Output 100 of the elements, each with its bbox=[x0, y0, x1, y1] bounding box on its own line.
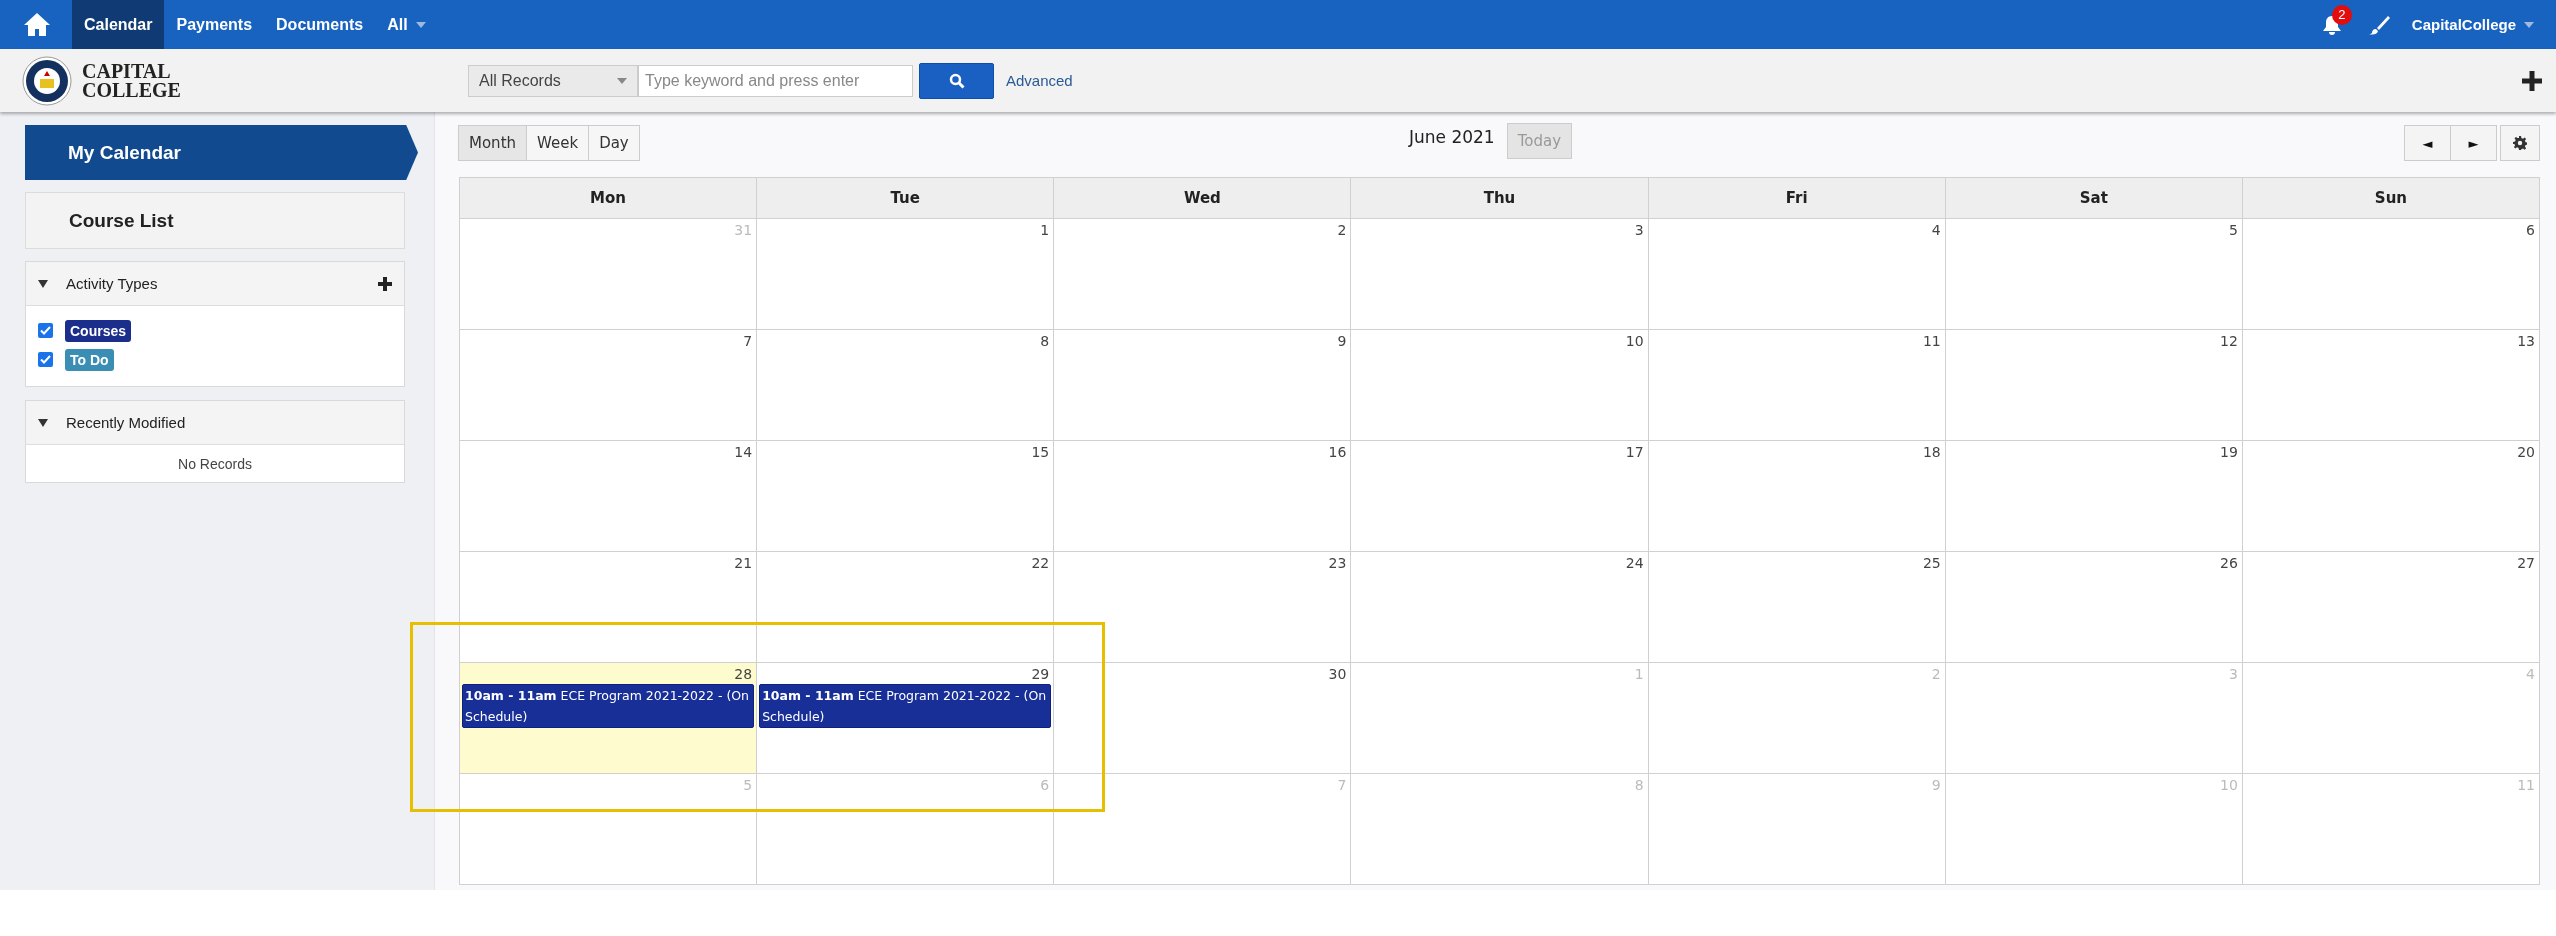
activity-type-tag: Courses bbox=[65, 319, 132, 342]
home-icon[interactable] bbox=[22, 10, 52, 39]
day-cell[interactable]: 6 bbox=[2242, 219, 2540, 330]
calendar-event[interactable]: 10am - 11am ECE Program 2021-2022 - (On Schedule) bbox=[462, 684, 755, 728]
next-button[interactable]: ► bbox=[2450, 125, 2497, 161]
nav-tab[interactable]: All bbox=[375, 0, 438, 49]
day-number: 16 bbox=[1327, 443, 1348, 462]
day-cell[interactable]: 15 bbox=[757, 441, 1055, 552]
day-number: 28 bbox=[733, 665, 754, 684]
day-cell[interactable]: 17 bbox=[1351, 441, 1649, 552]
day-number: 7 bbox=[1336, 776, 1348, 795]
nav-tab[interactable]: Calendar bbox=[72, 0, 165, 49]
day-number: 6 bbox=[1039, 776, 1051, 795]
day-number: 13 bbox=[2516, 332, 2536, 351]
day-number: 27 bbox=[2516, 554, 2536, 573]
calendar-event[interactable]: 10am - 11am ECE Program 2021-2022 - (On Schedule) bbox=[759, 684, 1052, 728]
day-number: 17 bbox=[1624, 443, 1645, 462]
day-cell[interactable]: 1 bbox=[757, 219, 1055, 330]
day-number: 29 bbox=[1030, 665, 1051, 684]
day-cell[interactable]: 7 bbox=[460, 330, 758, 441]
day-cell[interactable]: 26 bbox=[1945, 552, 2243, 663]
day-number: 3 bbox=[2227, 665, 2239, 684]
sidebar-nav-item[interactable]: Course List bbox=[25, 192, 405, 249]
day-number: 9 bbox=[1930, 776, 1942, 795]
day-cell[interactable]: 19 bbox=[1945, 441, 2243, 552]
day-number: 20 bbox=[2516, 443, 2536, 462]
scope-dropdown[interactable]: All Records bbox=[468, 64, 638, 97]
day-cell[interactable]: 18 bbox=[1648, 441, 1946, 552]
day-cell[interactable]: 29 10am - 11am ECE Program 2021-2022 - (On Schedule) bbox=[757, 663, 1055, 774]
previous-button[interactable]: ◄ bbox=[2404, 125, 2451, 161]
nav-tab[interactable]: Payments bbox=[164, 0, 265, 49]
caret-icon bbox=[415, 21, 426, 28]
day-number: 5 bbox=[742, 776, 754, 795]
day-number: 8 bbox=[1633, 776, 1645, 795]
notification-badge: 2 bbox=[2331, 4, 2352, 25]
day-cell[interactable]: 30 bbox=[1054, 663, 1352, 774]
search-button[interactable] bbox=[919, 62, 994, 99]
day-number: 24 bbox=[1624, 554, 1645, 573]
day-number: 9 bbox=[1336, 332, 1348, 351]
day-cell[interactable]: 14 bbox=[460, 441, 758, 552]
logo-text: COLLEGE bbox=[82, 80, 182, 100]
day-number: 1 bbox=[1633, 665, 1645, 684]
day-number: 21 bbox=[733, 554, 754, 573]
day-cell[interactable]: 22 bbox=[757, 552, 1055, 663]
user-menu[interactable]: CapitalCollege bbox=[2411, 16, 2534, 33]
day-cell[interactable]: 3 bbox=[1351, 219, 1649, 330]
checkbox[interactable] bbox=[38, 352, 53, 367]
nav-tab[interactable]: Documents bbox=[264, 0, 376, 49]
day-cell[interactable]: 27 bbox=[2242, 552, 2540, 663]
day-number: 14 bbox=[733, 443, 754, 462]
search-icon bbox=[948, 72, 965, 89]
sidebar-nav-item[interactable]: My Calendar bbox=[25, 125, 418, 180]
plus-icon[interactable] bbox=[2522, 70, 2542, 91]
day-cell[interactable]: 5 bbox=[1945, 219, 2243, 330]
day-cell[interactable]: 11 bbox=[1648, 330, 1946, 441]
day-number: 30 bbox=[1327, 665, 1348, 684]
day-number: 10 bbox=[1624, 332, 1645, 351]
view-tab[interactable]: Month bbox=[458, 125, 527, 161]
view-tab[interactable]: Week bbox=[526, 125, 590, 161]
advanced-search-link[interactable]: Advanced bbox=[1006, 72, 1073, 89]
day-cell[interactable]: 12 bbox=[1945, 330, 2243, 441]
college-emblem-icon bbox=[22, 55, 72, 106]
day-number: 3 bbox=[1633, 221, 1645, 240]
day-cell[interactable]: 10 bbox=[1351, 330, 1649, 441]
collapse-triangle-icon[interactable] bbox=[38, 418, 48, 427]
collapse-triangle-icon[interactable] bbox=[38, 279, 48, 288]
day-cell[interactable]: 9 bbox=[1054, 330, 1352, 441]
day-number: 12 bbox=[2219, 332, 2239, 351]
settings-button[interactable] bbox=[2500, 125, 2540, 161]
day-number: 23 bbox=[1327, 554, 1348, 573]
day-number: 6 bbox=[2525, 221, 2536, 240]
day-cell[interactable]: 20 bbox=[2242, 441, 2540, 552]
day-number: 7 bbox=[742, 332, 754, 351]
day-number: 11 bbox=[1921, 332, 1942, 351]
weekday-header: Sat bbox=[1945, 178, 2243, 219]
search-field[interactable]: Type keyword and press enter bbox=[638, 64, 913, 97]
day-cell[interactable]: 2 bbox=[1054, 219, 1352, 330]
day-cell[interactable]: 25 bbox=[1648, 552, 1946, 663]
day-cell[interactable]: 24 bbox=[1351, 552, 1649, 663]
checkbox[interactable] bbox=[38, 323, 53, 338]
empty-message: No Records bbox=[177, 455, 253, 474]
day-number: 31 bbox=[733, 221, 754, 240]
day-number: 19 bbox=[2219, 443, 2239, 462]
day-cell[interactable]: 23 bbox=[1054, 552, 1352, 663]
day-number: 1 bbox=[1039, 221, 1051, 240]
caret-icon bbox=[617, 77, 627, 84]
day-cell[interactable]: 8 bbox=[757, 330, 1055, 441]
view-tab[interactable]: Day bbox=[588, 125, 640, 161]
day-cell[interactable]: 4 bbox=[1648, 219, 1946, 330]
plus-icon[interactable] bbox=[378, 276, 392, 291]
weekday-header: Mon bbox=[460, 178, 758, 219]
calendar-title: June 2021 bbox=[1409, 126, 1495, 147]
day-cell[interactable]: 28 10am - 11am ECE Program 2021-2022 - (On Schedule) bbox=[460, 663, 758, 774]
day-number: 2 bbox=[1336, 221, 1348, 240]
day-cell[interactable]: 13 bbox=[2242, 330, 2540, 441]
panel-title: Recently Modified bbox=[66, 414, 186, 431]
weekday-header: Fri bbox=[1648, 178, 1946, 219]
activity-type-tag: To Do bbox=[65, 348, 114, 371]
weekday-header: Wed bbox=[1054, 178, 1352, 219]
day-cell[interactable]: 16 bbox=[1054, 441, 1352, 552]
